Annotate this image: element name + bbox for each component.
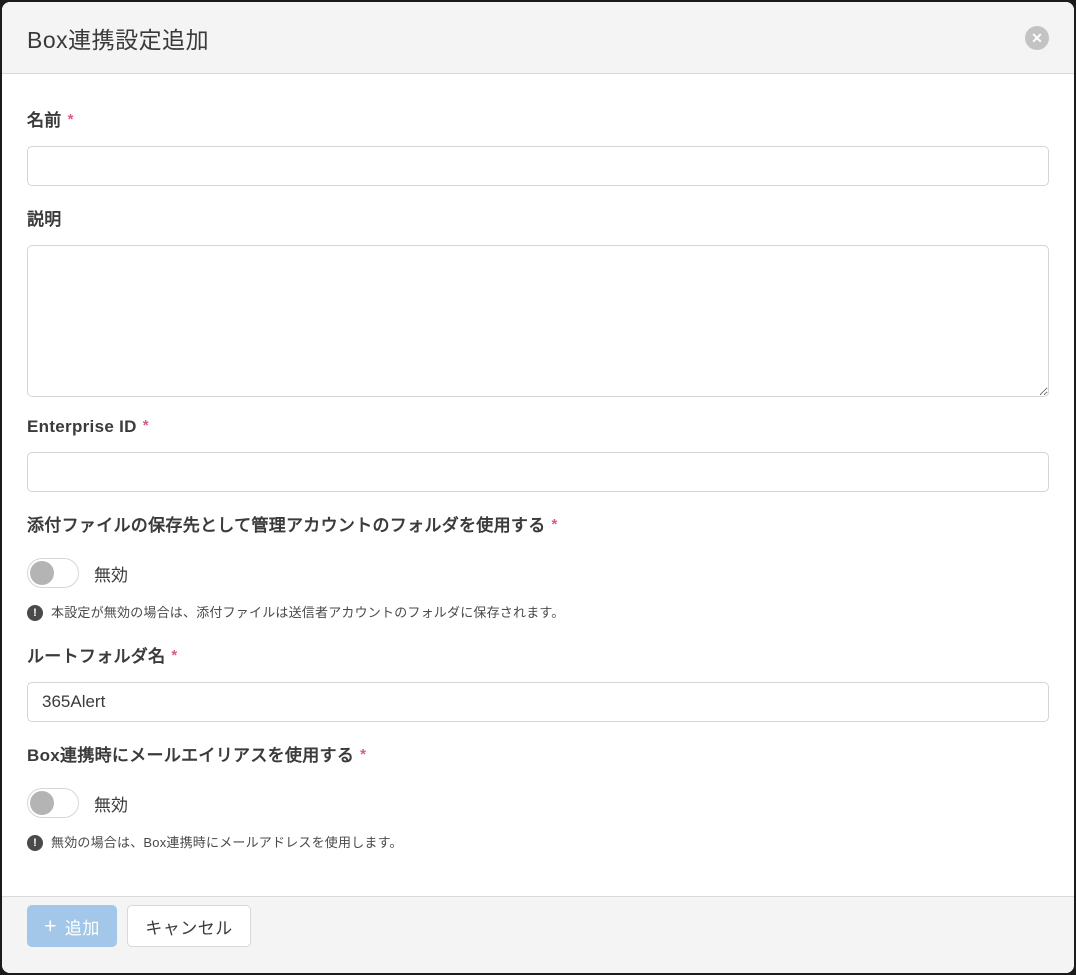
use-admin-folder-label: 添付ファイルの保存先として管理アカウントのフォルダを使用する* [27, 511, 1049, 536]
add-button[interactable]: + 追加 [27, 905, 117, 947]
cancel-button[interactable]: キャンセル [127, 905, 251, 947]
required-asterisk: * [360, 746, 366, 763]
required-asterisk: * [171, 647, 177, 664]
enterprise-id-label: Enterprise ID* [27, 417, 1049, 437]
root-folder-label: ルートフォルダ名* [27, 642, 1049, 667]
dialog-footer: + 追加 キャンセル [2, 896, 1074, 973]
root-folder-input[interactable] [27, 682, 1049, 722]
close-button[interactable]: ✕ [1025, 26, 1049, 50]
add-button-label: 追加 [65, 914, 100, 939]
required-asterisk: * [68, 111, 74, 128]
use-admin-folder-note: ! 本設定が無効の場合は、添付ファイルは送信者アカウントのフォルダに保存されます… [27, 604, 1049, 622]
description-textarea[interactable] [27, 245, 1049, 397]
enterprise-id-input[interactable] [27, 452, 1049, 492]
plus-icon: + [44, 916, 57, 937]
cancel-button-label: キャンセル [145, 914, 233, 939]
dialog-title: Box連携設定追加 [27, 21, 209, 55]
use-mail-alias-toggle-row: 無効 [27, 788, 1049, 818]
exclamation-circle-icon: ! [27, 605, 43, 621]
dialog-body: 名前* 説明 Enterprise ID* 添付ファイルの保存先として管理アカウ… [2, 74, 1074, 896]
use-admin-folder-toggle-row: 無効 [27, 558, 1049, 588]
use-mail-alias-note-text: 無効の場合は、Box連携時にメールアドレスを使用します。 [51, 834, 403, 852]
name-label: 名前* [27, 106, 1049, 131]
required-asterisk: * [552, 516, 558, 533]
toggle-knob-icon [30, 791, 54, 815]
required-asterisk: * [143, 417, 149, 434]
dialog-header: Box連携設定追加 ✕ [2, 2, 1074, 74]
use-mail-alias-toggle[interactable] [27, 788, 79, 818]
close-icon: ✕ [1031, 26, 1043, 50]
use-admin-folder-toggle[interactable] [27, 558, 79, 588]
description-label: 説明 [27, 205, 1049, 230]
use-admin-folder-toggle-state: 無効 [94, 561, 128, 586]
use-mail-alias-label: Box連携時にメールエイリアスを使用する* [27, 741, 1049, 766]
use-admin-folder-note-text: 本設定が無効の場合は、添付ファイルは送信者アカウントのフォルダに保存されます。 [51, 604, 565, 622]
name-input[interactable] [27, 146, 1049, 186]
box-integration-add-dialog: Box連携設定追加 ✕ 名前* 説明 Enterprise ID* 添付ファイル… [2, 2, 1074, 973]
exclamation-circle-icon: ! [27, 835, 43, 851]
toggle-knob-icon [30, 561, 54, 585]
use-mail-alias-note: ! 無効の場合は、Box連携時にメールアドレスを使用します。 [27, 834, 1049, 852]
use-mail-alias-toggle-state: 無効 [94, 791, 128, 816]
